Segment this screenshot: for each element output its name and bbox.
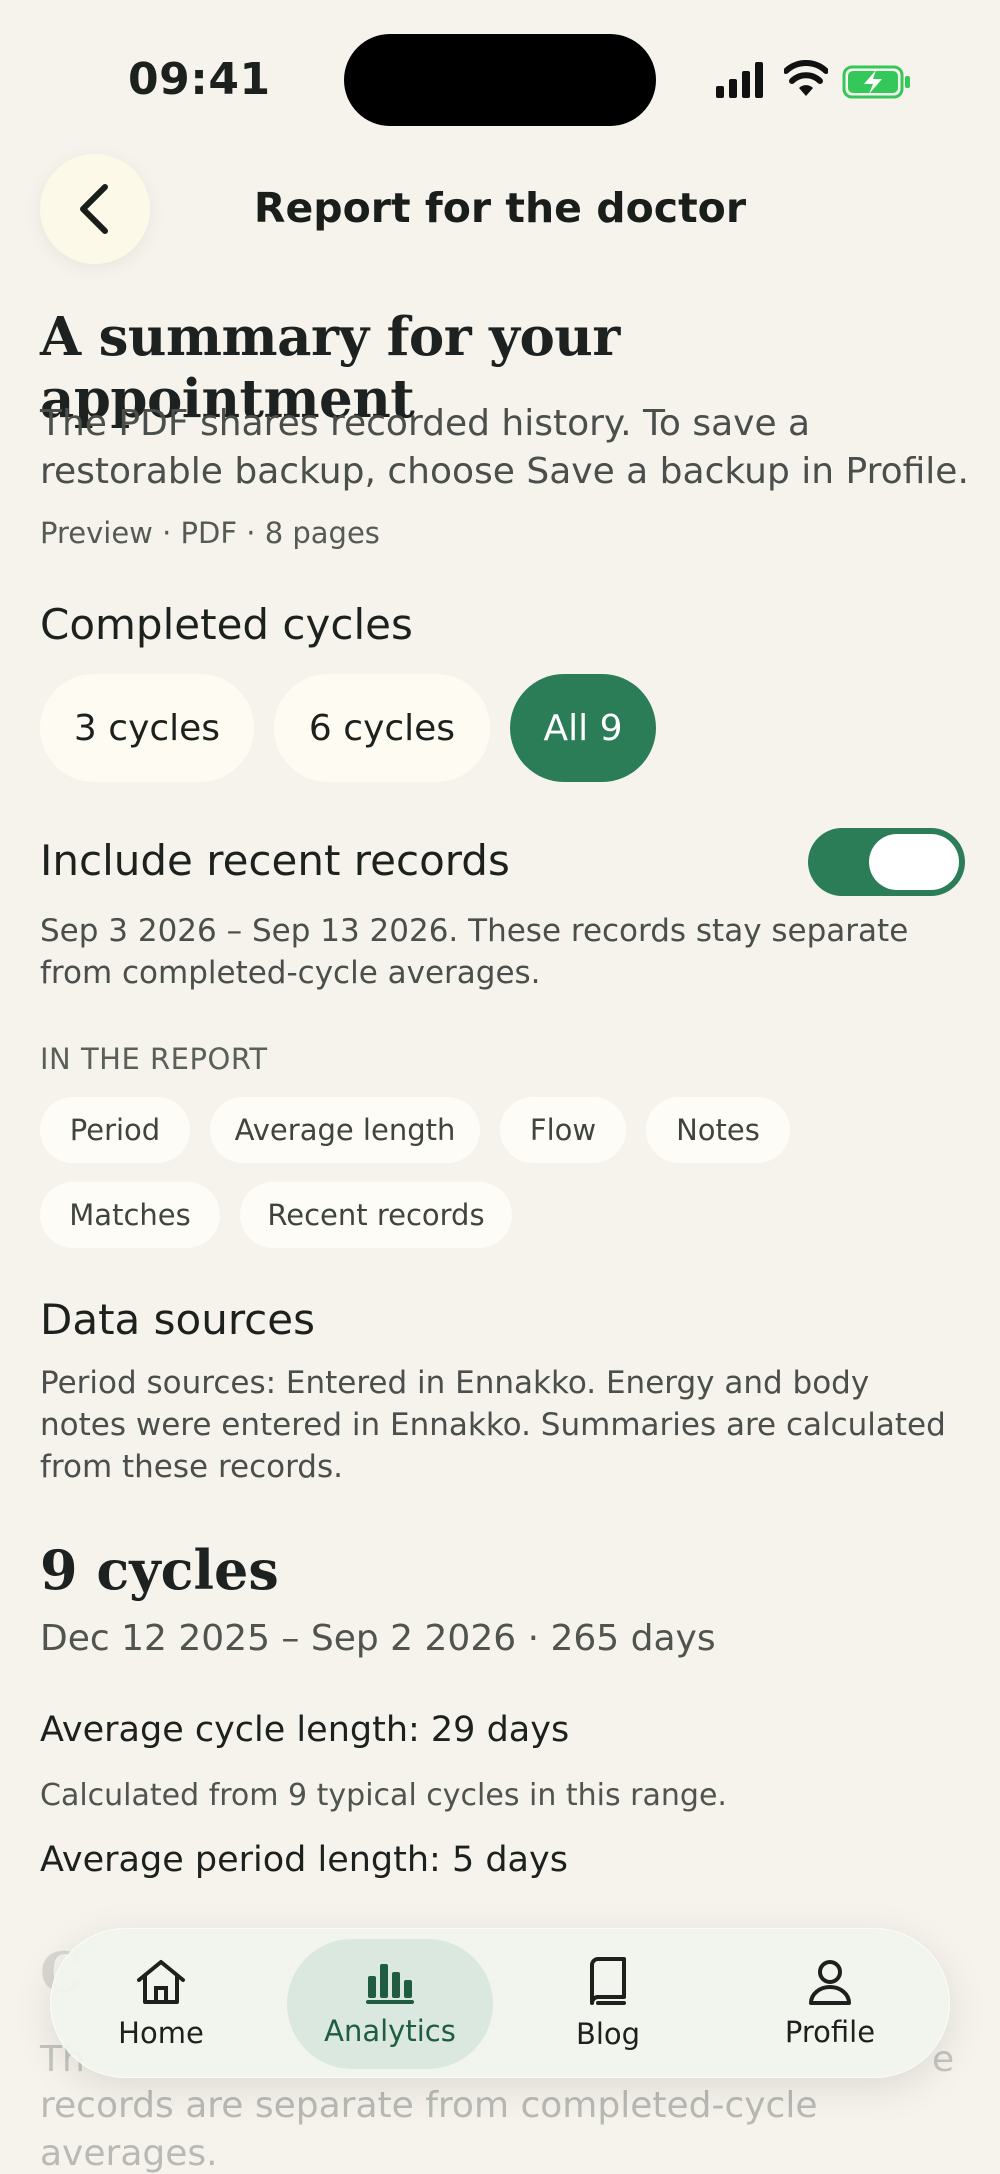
recent-records-toggle[interactable] (808, 828, 965, 896)
chip-6-cycles[interactable]: 6 cycles (274, 674, 490, 782)
home-icon (137, 1960, 185, 2004)
next-section-text-line2: records are separate from completed-cycl… (40, 2085, 818, 2126)
data-sources-title: Data sources (40, 1295, 315, 1344)
in-report-label: IN THE REPORT (40, 1042, 268, 1076)
book-icon (590, 1957, 626, 2005)
tab-profile-label: Profile (784, 2015, 876, 2049)
report-tag-flow: Flow (500, 1097, 626, 1163)
tab-analytics-label: Analytics (324, 2014, 456, 2048)
data-sources-text: Period sources: Entered in Ennakko. Ener… (40, 1365, 946, 1485)
completed-cycles-title: Completed cycles (40, 600, 413, 649)
preview-meta: Preview · PDF · 8 pages (40, 516, 380, 550)
cellular-signal-icon (716, 62, 763, 98)
intro-text: The PDF shares recorded history. To save… (40, 403, 969, 492)
dynamic-island (344, 34, 656, 126)
tab-profile[interactable]: Profile (761, 1939, 899, 2069)
person-icon (809, 1960, 851, 2005)
page-title: Report for the doctor (253, 184, 747, 232)
average-period-length: Average period length: 5 days (40, 1840, 568, 1880)
next-section-text-line3: averages. (40, 2133, 218, 2174)
average-cycle-note: Calculated from 9 typical cycles in this… (40, 1778, 727, 1813)
tab-blog[interactable]: Blog (549, 1939, 667, 2069)
report-tag-notes: Notes (646, 1097, 790, 1163)
recent-records-description: Sep 3 2026 – Sep 13 2026. These records … (40, 913, 909, 991)
battery-charging-icon (842, 65, 910, 99)
tab-home[interactable]: Home (93, 1939, 229, 2069)
report-tag-period: Period (40, 1097, 190, 1163)
tab-blog-label: Blog (575, 2017, 641, 2051)
report-tag-matches: Matches (40, 1182, 220, 1248)
status-time: 09:41 (128, 54, 271, 105)
cycles-count-heading: 9 cycles (40, 1538, 279, 1602)
average-cycle-length: Average cycle length: 29 days (40, 1710, 570, 1750)
report-tag-recent-records: Recent records (240, 1182, 512, 1248)
tab-home-label: Home (118, 2016, 204, 2050)
recent-records-title: Include recent records (40, 836, 510, 885)
chip-all-cycles[interactable]: All 9 (510, 674, 656, 782)
tab-bar: Home Analytics Blog Profile (50, 1928, 950, 2078)
tab-analytics[interactable]: Analytics (287, 1939, 493, 2069)
toggle-knob (869, 834, 959, 890)
report-tag-average-length: Average length (210, 1097, 480, 1163)
chip-3-cycles[interactable]: 3 cycles (40, 674, 254, 782)
wifi-icon (784, 60, 828, 96)
bar-chart-icon (366, 1964, 414, 2004)
cycles-date-range: Dec 12 2025 – Sep 2 2026 · 265 days (40, 1618, 716, 1659)
